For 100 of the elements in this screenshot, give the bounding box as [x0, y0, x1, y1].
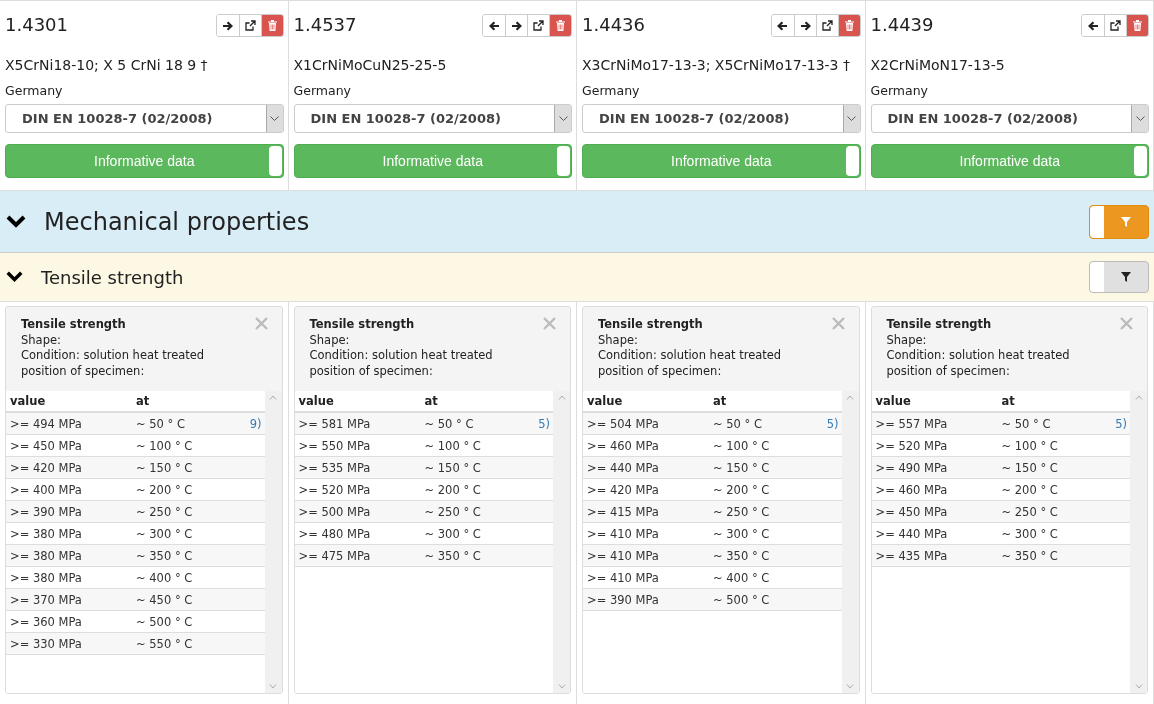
table-cell-text: >= 494 MPa [10, 416, 83, 431]
table-cell-text: >= 390 MPa [587, 592, 660, 607]
table-cell-text: ~ 50 ° C [424, 416, 475, 431]
trash-icon [267, 20, 277, 31]
informative-data-toggle[interactable]: Informative data [582, 144, 861, 178]
table-cell-text: >= 520 MPa [298, 482, 372, 497]
table-cell-text: >= 410 MPa [587, 570, 660, 585]
material-number: 1.4537 [293, 14, 357, 35]
standard-select[interactable]: DIN EN 10028-7 (02/2008) [293, 104, 572, 133]
material-designation: X2CrNiMoN17-13-5 [870, 57, 1006, 73]
table-cell-text: ~ 350 ° C [713, 548, 771, 563]
table-cell-text: ~ 50 ° C [713, 416, 763, 431]
table-cell-text: >= 420 MPa [587, 482, 660, 497]
table-cell-text: >= 415 MPa [587, 504, 660, 519]
material-number: 1.4436 [582, 14, 645, 35]
delete-button[interactable] [1126, 15, 1148, 36]
card-detail: Shape: [886, 332, 928, 348]
delete-button[interactable] [837, 15, 860, 36]
table-cell-text: >= 390 MPa [10, 504, 83, 519]
column-header: value [875, 394, 912, 408]
table-cell-text: ~ 200 ° C [424, 482, 482, 497]
table-cell-text: >= 504 MPa [587, 416, 660, 431]
country-label: Germany [5, 83, 64, 98]
card-detail: Shape: [598, 332, 639, 348]
arrow-right-icon [222, 20, 233, 31]
table-cell-text: ~ 250 ° C [1001, 504, 1059, 519]
card-title: Tensile strength [309, 317, 416, 333]
card-detail: position of specimen: [21, 363, 146, 379]
standard-select[interactable]: DIN EN 10028-7 (02/2008) [5, 104, 284, 133]
table-cell-text: >= 460 MPa [587, 438, 660, 453]
arrow-right-icon [511, 20, 522, 31]
table-cell-text: >= 330 MPa [10, 636, 83, 651]
arrow-left-icon [1087, 20, 1099, 31]
standard-select[interactable]: DIN EN 10028-7 (02/2008) [870, 104, 1149, 133]
table-cell-text: ~ 300 ° C [136, 526, 194, 541]
table-cell-text: >= 475 MPa [298, 548, 372, 563]
table-cell-text: ~ 250 ° C [424, 504, 482, 519]
table-cell-text: >= 440 MPa [587, 460, 660, 475]
table-cell-text: >= 490 MPa [875, 460, 949, 475]
standard-select[interactable]: DIN EN 10028-7 (02/2008) [582, 104, 861, 133]
table-cell-text: ~ 150 ° C [424, 460, 482, 475]
table-cell-text: ~ 300 ° C [1001, 526, 1059, 541]
table-cell-text: >= 581 MPa [298, 416, 372, 431]
table-cell-text: ~ 250 ° C [136, 504, 194, 519]
country-label: Germany [582, 83, 641, 98]
delete-button[interactable] [260, 15, 283, 36]
table-cell-text: >= 557 MPa [875, 416, 949, 431]
table-cell-text: >= 450 MPa [10, 438, 83, 453]
table-cell-text: ~ 150 ° C [136, 460, 194, 475]
table-cell-text: >= 520 MPa [875, 438, 949, 453]
table-cell-text: ~ 100 ° C [1001, 438, 1059, 453]
external-link-icon [1110, 20, 1121, 31]
card-detail: Condition: solution heat treated [598, 348, 782, 364]
country-label: Germany [870, 83, 929, 98]
trash-icon [844, 20, 854, 31]
caret-icon [1135, 116, 1145, 121]
informative-data-toggle[interactable]: Informative data [293, 144, 572, 178]
table-cell-text: >= 435 MPa [875, 548, 949, 563]
table-cell-text: ~ 100 ° C [424, 438, 482, 453]
table-cell-text: ~ 100 ° C [136, 438, 194, 453]
informative-data-toggle[interactable]: Informative data [870, 144, 1149, 178]
card-title: Tensile strength [886, 317, 993, 333]
column-header: value [298, 394, 335, 408]
filter-toggle[interactable] [1089, 204, 1149, 239]
subsection-title: Tensile strength [41, 266, 184, 288]
footnote-link[interactable]: 5) [1115, 416, 1127, 431]
caret-icon [558, 116, 568, 121]
card-title: Tensile strength [21, 317, 127, 333]
table-cell-text: >= 410 MPa [587, 526, 660, 541]
trash-icon [556, 20, 565, 31]
material-designation: X3CrNiMo17-13-3; X5CrNiMo17-13-3 † [582, 57, 851, 73]
filter-toggle[interactable] [1089, 261, 1149, 293]
delete-button[interactable] [549, 15, 571, 36]
column-header: value [587, 394, 624, 408]
table-cell-text: ~ 250 ° C [713, 504, 771, 519]
card-detail: Condition: solution heat treated [886, 348, 1070, 364]
footnote-link[interactable]: 9) [249, 416, 262, 431]
column-header: at [136, 394, 151, 408]
material-number: 1.4439 [870, 14, 934, 35]
external-link-icon [533, 20, 544, 31]
table-cell-text: ~ 500 ° C [136, 614, 194, 629]
card-detail: position of specimen: [886, 363, 1011, 379]
collapse-button[interactable] [6, 271, 23, 283]
table-cell-text: ~ 450 ° C [136, 592, 194, 607]
table-cell-text: ~ 350 ° C [424, 548, 482, 563]
filter-icon [1121, 272, 1131, 282]
table-cell-text: ~ 550 ° C [136, 636, 194, 651]
table-cell-text: >= 360 MPa [10, 614, 83, 629]
informative-data-toggle[interactable]: Informative data [5, 144, 284, 178]
external-link-icon [244, 20, 256, 31]
table-cell-text: >= 420 MPa [10, 460, 83, 475]
chevron-down-icon [6, 271, 23, 283]
footnote-link[interactable]: 5) [826, 416, 839, 431]
table-cell-text: >= 480 MPa [298, 526, 372, 541]
collapse-button[interactable] [6, 215, 26, 228]
filter-icon [1121, 216, 1131, 227]
card-title: Tensile strength [598, 317, 704, 333]
table-cell-text: >= 410 MPa [587, 548, 660, 563]
footnote-link[interactable]: 5) [538, 416, 550, 431]
table-cell-text: >= 550 MPa [298, 438, 372, 453]
